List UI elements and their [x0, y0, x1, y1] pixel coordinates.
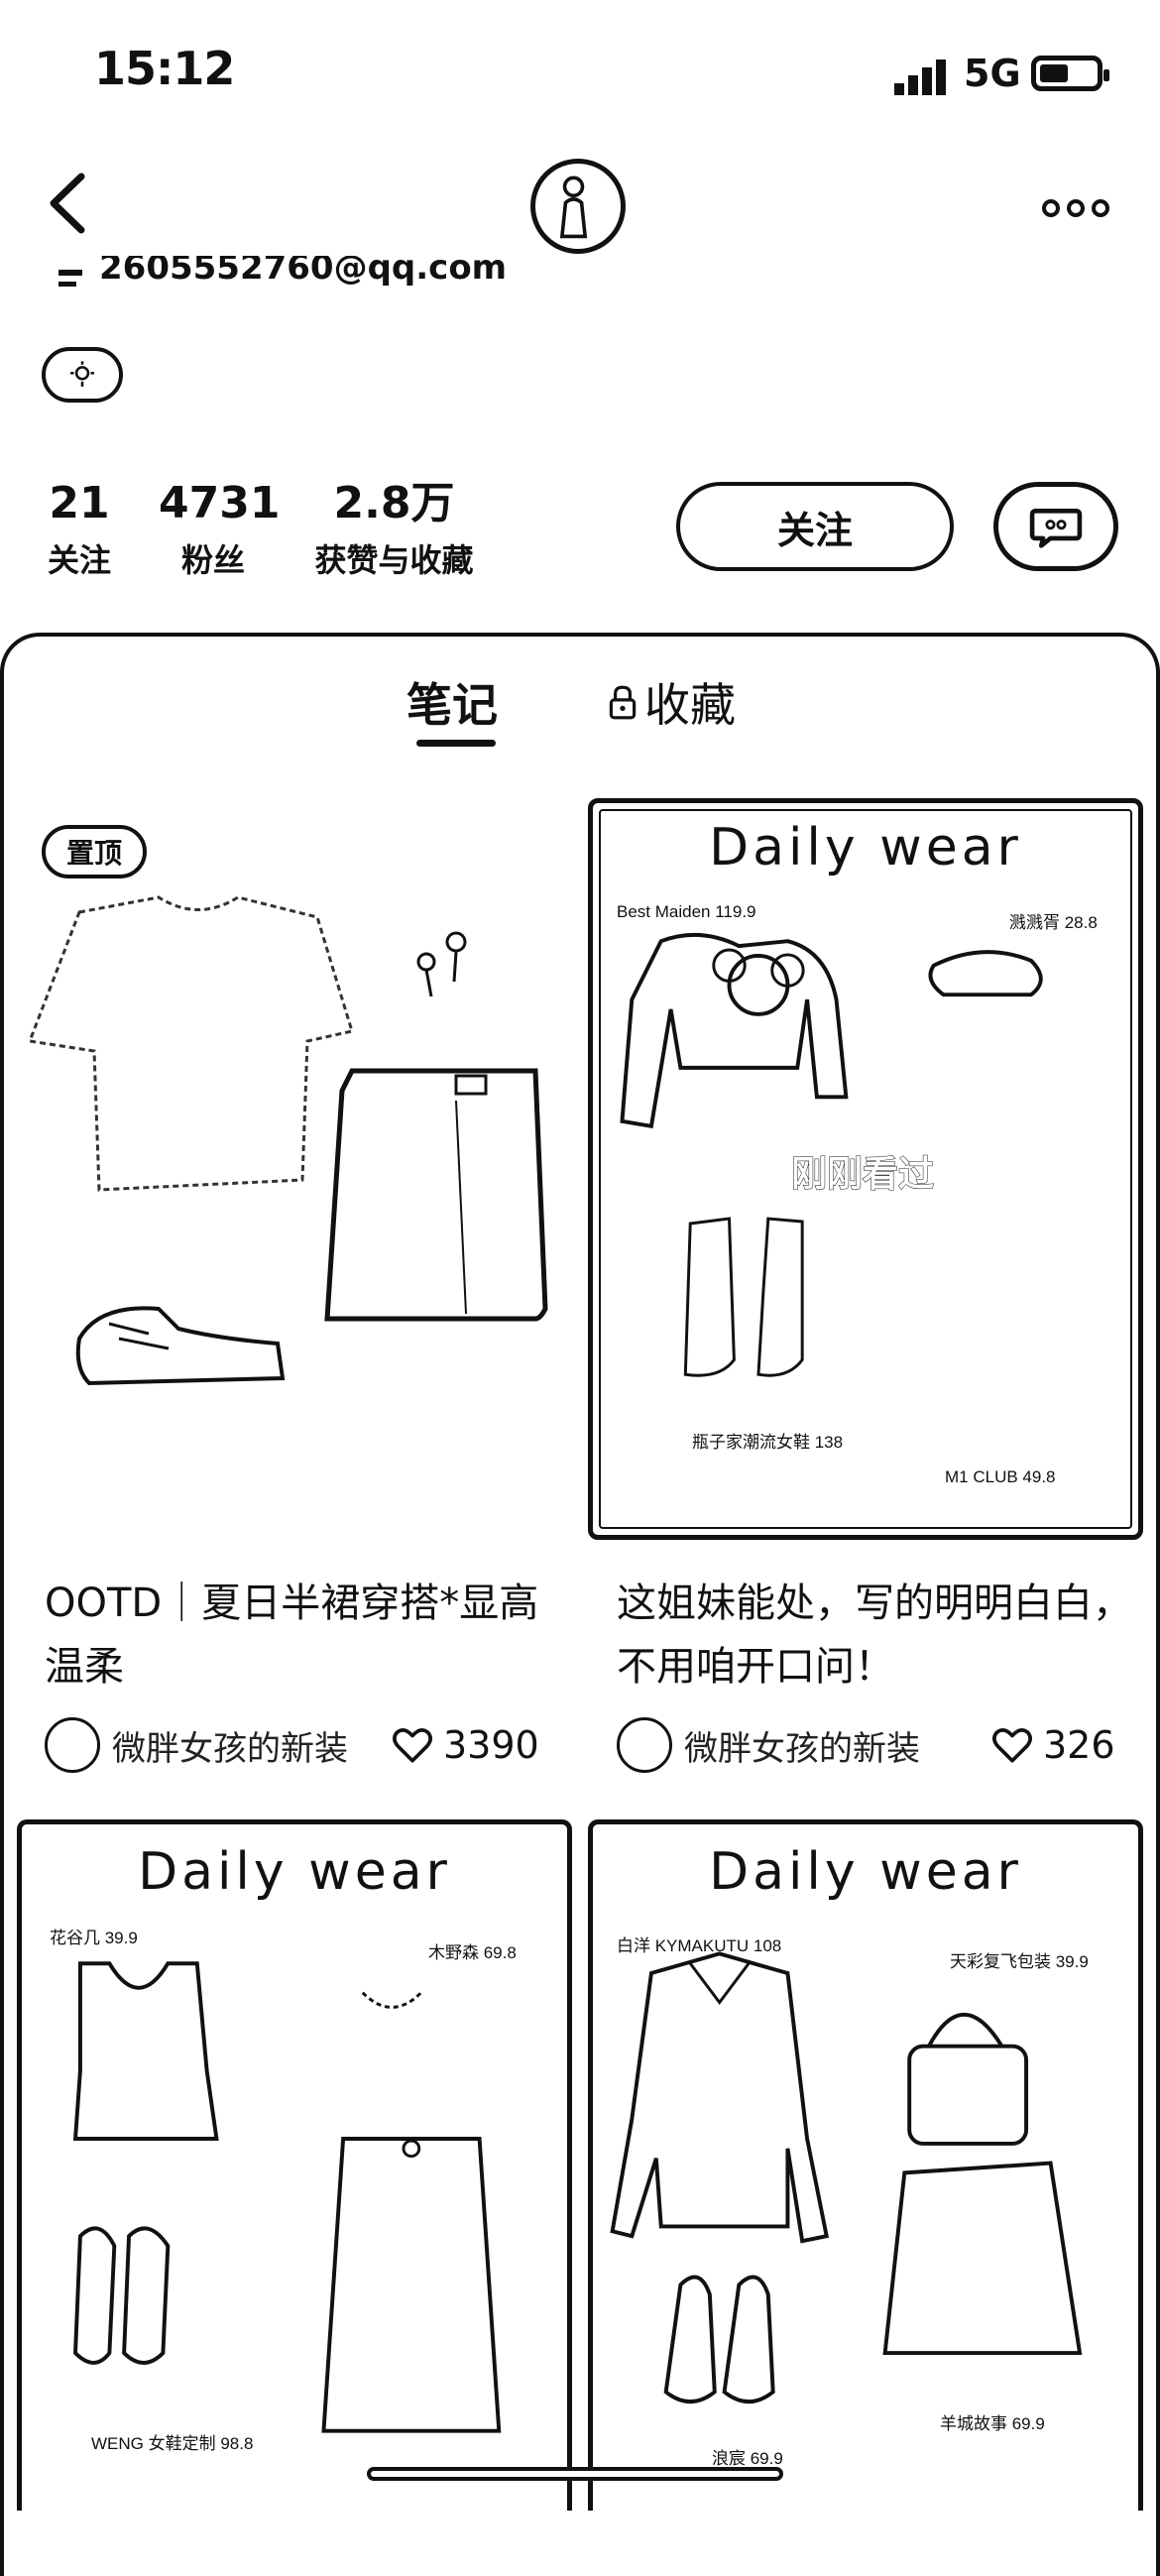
outfit-illustration — [72, 1961, 502, 2433]
message-button[interactable] — [993, 482, 1118, 571]
note-author-1[interactable]: 微胖女孩的新装 — [45, 1717, 348, 1773]
stat-label: 粉丝 — [180, 541, 245, 579]
note-cover-3[interactable]: Daily wear 花谷几 39.9 木野森 69.8 WENG 女鞋定制 9… — [17, 1819, 572, 2511]
profile-avatar[interactable] — [530, 159, 626, 254]
signal-icon — [894, 59, 946, 95]
note-likes-2[interactable]: 326 — [991, 1723, 1115, 1767]
stat-value: 4731 — [159, 478, 281, 528]
author-name: 微胖女孩的新装 — [112, 1728, 348, 1769]
heart-icon — [992, 1728, 1032, 1763]
note-likes-1[interactable]: 3390 — [392, 1723, 539, 1767]
author-avatar — [617, 1717, 672, 1773]
network-label: 5G — [964, 52, 1021, 95]
email-text: 2605552760@qq.com — [99, 256, 508, 288]
home-indicator[interactable] — [367, 2467, 783, 2481]
stat-label: 关注 — [47, 541, 111, 579]
outfit-illustration — [27, 895, 548, 1386]
gender-chip[interactable] — [42, 347, 123, 403]
tab-collections[interactable]: 收藏 — [607, 669, 736, 735]
back-icon[interactable] — [40, 169, 99, 238]
stat-likes[interactable]: 2.8万 获赞与收藏 — [307, 476, 481, 581]
outfit-illustration — [610, 1951, 1083, 2404]
status-time: 15:12 — [94, 42, 235, 95]
note-cover-2[interactable]: Daily wear Best Maiden 119.9 溅溅胥 28.8 瓶子… — [588, 798, 1143, 1540]
stat-value: 2.8万 — [333, 478, 455, 528]
stat-following[interactable]: 21 关注 — [40, 476, 119, 581]
author-avatar — [45, 1717, 100, 1773]
tab-collections-label: 收藏 — [644, 678, 736, 732]
note-author-2[interactable]: 微胖女孩的新装 — [617, 1717, 920, 1773]
chat-icon — [1029, 509, 1083, 548]
stat-value: 21 — [49, 478, 110, 528]
likes-count: 3390 — [443, 1723, 539, 1767]
note-cover-4[interactable]: Daily wear 白洋 KYMAKUTU 108 天彩复飞包装 39.9 浪… — [588, 1819, 1143, 2511]
follow-button[interactable]: 关注 — [676, 482, 954, 571]
active-tab-indicator — [416, 740, 496, 747]
likes-count: 326 — [1043, 1723, 1115, 1767]
note-title-2[interactable]: 这姐妹能处，写的明明白白，不用咱开口问！ — [617, 1572, 1142, 1698]
tab-notes[interactable]: 笔记 — [406, 669, 498, 735]
avatar-figure-icon — [559, 176, 588, 239]
pinned-badge: 置顶 — [42, 825, 147, 878]
stat-label: 获赞与收藏 — [314, 541, 474, 579]
sun-icon — [70, 361, 94, 387]
author-name: 微胖女孩的新装 — [684, 1728, 920, 1769]
more-icon[interactable] — [1041, 198, 1110, 218]
lock-icon — [609, 685, 637, 720]
battery-icon — [1031, 56, 1109, 91]
note-cover-1[interactable] — [20, 803, 560, 1532]
id-icon — [58, 270, 82, 287]
stat-followers[interactable]: 4731 粉丝 — [159, 476, 281, 581]
note-title-1[interactable]: OOTD｜夏日半裙穿搭*显高温柔 — [45, 1572, 570, 1698]
heart-icon — [393, 1728, 432, 1763]
recently-viewed-tag: 刚刚看过 — [790, 1154, 935, 1196]
